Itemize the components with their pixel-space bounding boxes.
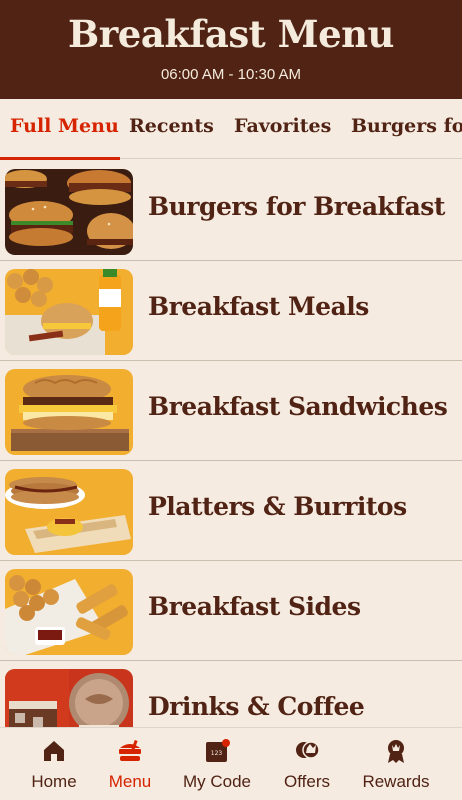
bottom-navigation: Home Menu 123 My Code Offers Rewards xyxy=(0,727,462,800)
category-label: Burgers for Breakfast xyxy=(148,192,445,221)
nav-label: Offers xyxy=(284,772,330,791)
burgers-image xyxy=(5,169,133,255)
code-icon: 123 xyxy=(204,738,230,764)
rewards-icon xyxy=(383,738,409,764)
nav-offers[interactable]: Offers xyxy=(261,728,353,800)
platter-image xyxy=(5,469,133,555)
menu-icon xyxy=(117,738,143,764)
page-title: Breakfast Menu xyxy=(68,12,394,56)
tab-burgers-for-breakfast[interactable]: Burgers fo xyxy=(351,115,462,137)
sandwich-image xyxy=(5,369,133,455)
nav-rewards[interactable]: Rewards xyxy=(350,728,442,800)
breakfast-hours: 06:00 AM - 10:30 AM xyxy=(160,66,302,83)
nav-label: Rewards xyxy=(362,772,430,791)
tab-recents[interactable]: Recents xyxy=(129,115,214,137)
meal-image xyxy=(5,269,133,355)
category-label: Platters & Burritos xyxy=(148,492,407,521)
active-tab-indicator xyxy=(0,157,120,160)
code-badge-text: 123 xyxy=(211,750,223,757)
category-label: Breakfast Meals xyxy=(148,292,369,321)
category-label: Drinks & Coffee xyxy=(148,692,365,721)
nav-my-code[interactable]: 123 My Code xyxy=(171,728,263,800)
nav-label: My Code xyxy=(182,772,252,791)
category-label: Breakfast Sandwiches xyxy=(148,392,448,421)
category-label: Breakfast Sides xyxy=(148,592,361,621)
category-platters-and-burritos[interactable]: Platters & Burritos xyxy=(0,461,462,561)
tab-full-menu[interactable]: Full Menu xyxy=(10,115,119,137)
home-icon xyxy=(41,738,67,764)
sides-image xyxy=(5,569,133,655)
category-breakfast-meals[interactable]: Breakfast Meals xyxy=(0,261,462,361)
header: Breakfast Menu 06:00 AM - 10:30 AM xyxy=(0,0,462,99)
nav-menu[interactable]: Menu xyxy=(84,728,176,800)
menu-tabs: Full Menu Recents Favorites Burgers fo xyxy=(0,99,462,159)
category-burgers-for-breakfast[interactable]: Burgers for Breakfast xyxy=(0,161,462,261)
category-breakfast-sandwiches[interactable]: Breakfast Sandwiches xyxy=(0,361,462,461)
nav-label: Menu xyxy=(108,772,152,791)
tab-favorites[interactable]: Favorites xyxy=(234,115,331,137)
category-breakfast-sides[interactable]: Breakfast Sides xyxy=(0,561,462,661)
offers-icon xyxy=(294,738,320,764)
